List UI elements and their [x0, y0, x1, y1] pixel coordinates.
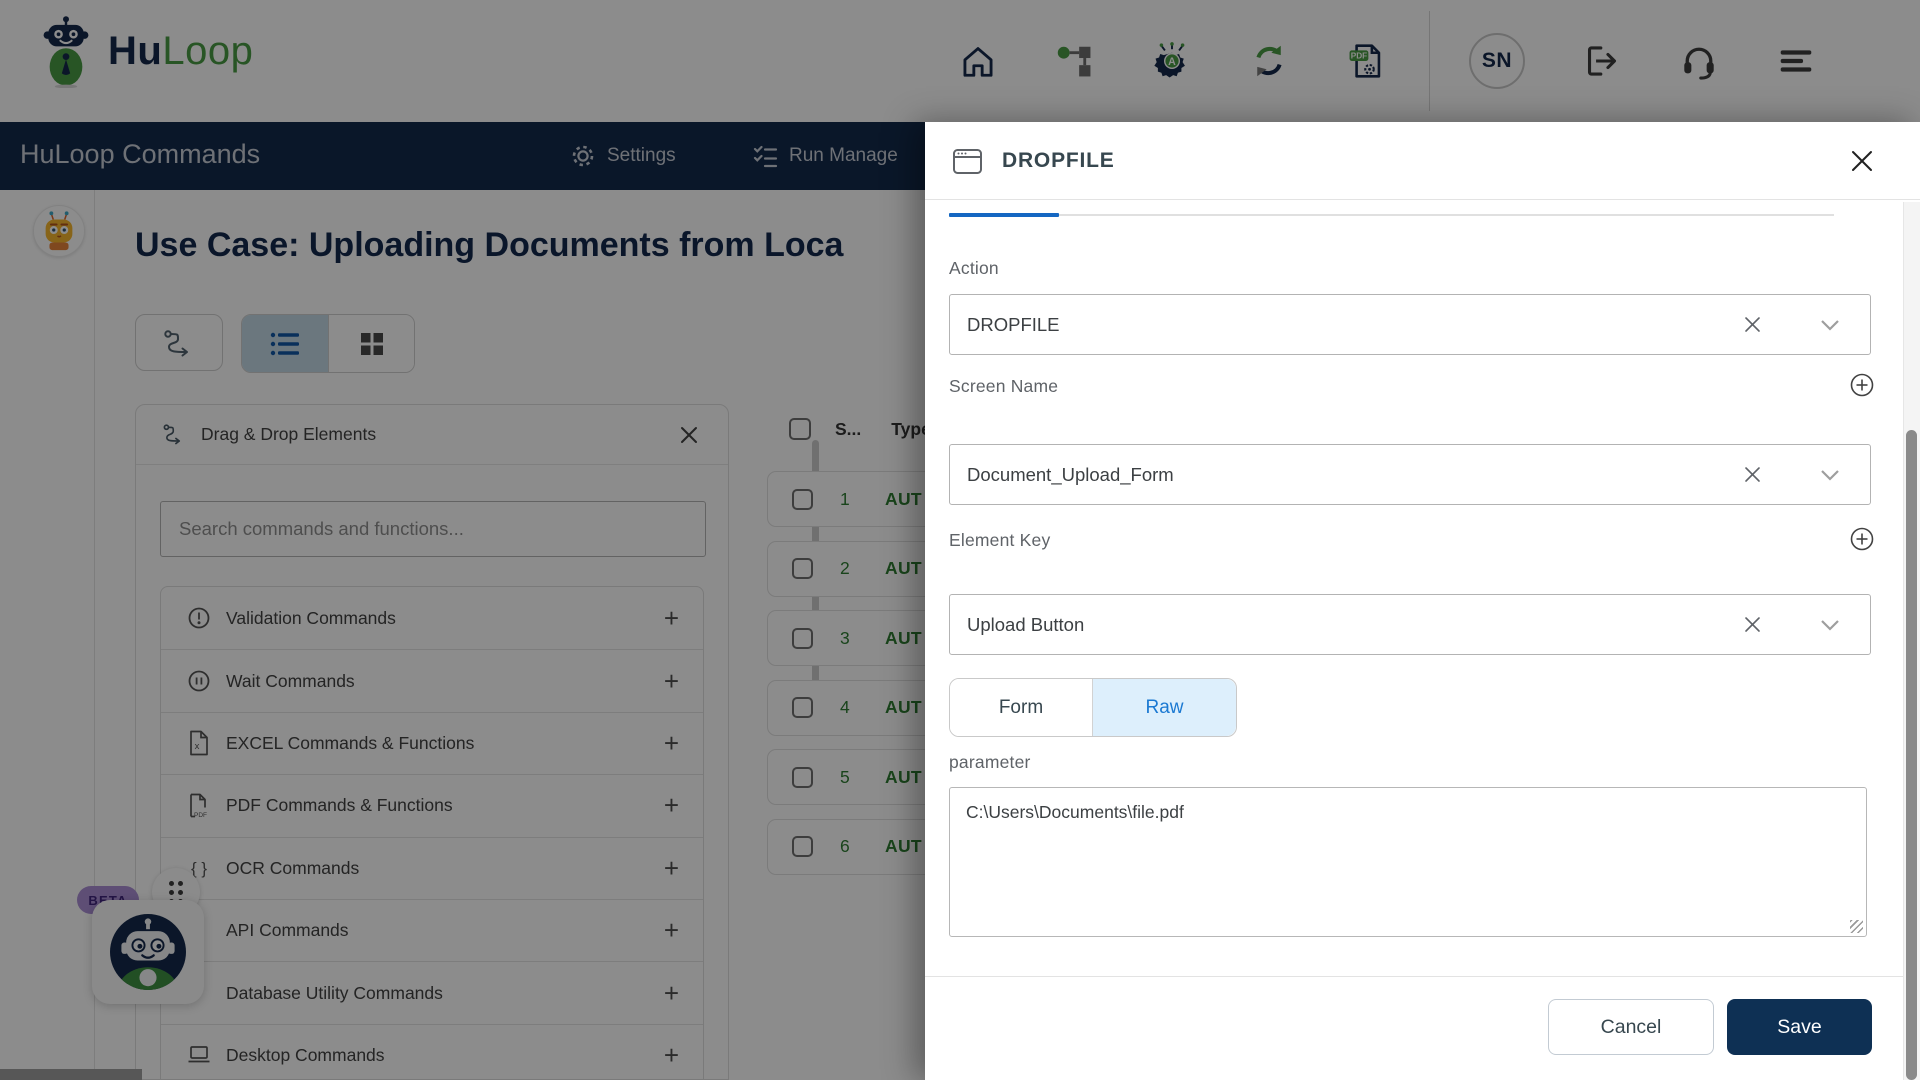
parameter-label: parameter [949, 752, 1031, 772]
action-label: Action [949, 258, 999, 278]
element-key-value: Upload Button [967, 613, 1085, 635]
screen-name-label: Screen Name [949, 376, 1059, 396]
chevron-down-icon[interactable] [1820, 469, 1840, 481]
drawer-close-icon[interactable] [1845, 144, 1879, 178]
tab-raw[interactable]: Raw [1092, 679, 1236, 736]
action-value: DROPFILE [967, 313, 1060, 335]
drawer-header: DROPFILE [925, 122, 1920, 200]
footer-divider [925, 976, 1920, 977]
add-screen-icon[interactable] [1849, 372, 1875, 398]
form-raw-toggle: Form Raw [949, 678, 1237, 737]
dropfile-drawer: DROPFILE Action DROPFILE Screen Name Doc… [925, 122, 1920, 1080]
app-window: HuLoop A PDF SN HuLoop Commands Settings… [0, 0, 1920, 1080]
clear-icon[interactable] [1743, 315, 1762, 334]
screen-name-value: Document_Upload_Form [967, 463, 1174, 485]
chevron-down-icon[interactable] [1820, 319, 1840, 331]
add-element-icon[interactable] [1849, 526, 1875, 552]
active-tab-underline [949, 213, 1059, 217]
screen-name-select[interactable]: Document_Upload_Form [949, 444, 1871, 505]
tab-form[interactable]: Form [950, 679, 1092, 736]
clear-icon[interactable] [1743, 465, 1762, 484]
element-key-label: Element Key [949, 530, 1051, 550]
parameter-input[interactable]: C:\Users\Documents\file.pdf [949, 787, 1867, 937]
resize-handle[interactable] [1850, 920, 1863, 933]
drawer-scrollbar-thumb[interactable] [1906, 430, 1917, 1080]
drawer-tab-indicator [949, 213, 1834, 217]
clear-icon[interactable] [1743, 615, 1762, 634]
save-button[interactable]: Save [1727, 999, 1872, 1055]
chevron-down-icon[interactable] [1820, 619, 1840, 631]
window-icon [952, 146, 984, 176]
drawer-title: DROPFILE [1002, 148, 1115, 172]
cancel-button[interactable]: Cancel [1548, 999, 1714, 1055]
action-select[interactable]: DROPFILE [949, 294, 1871, 355]
element-key-select[interactable]: Upload Button [949, 594, 1871, 655]
